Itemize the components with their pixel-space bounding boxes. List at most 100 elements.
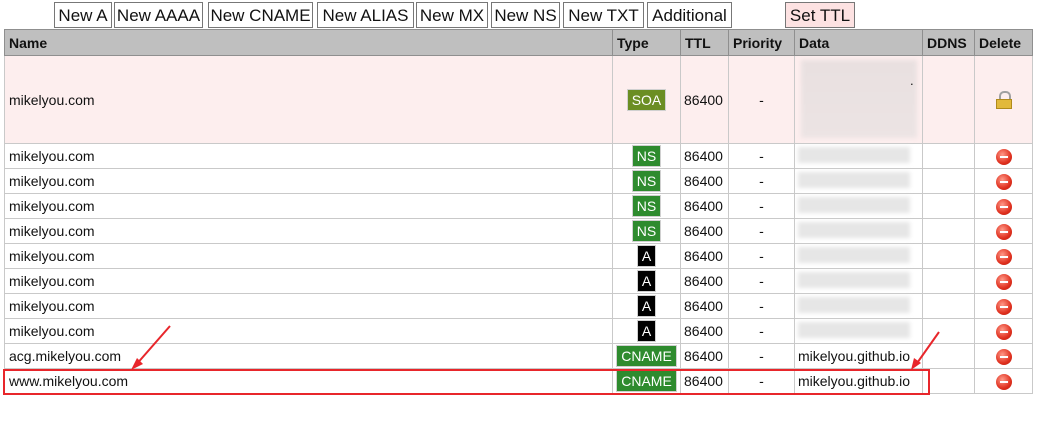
record-data-redacted: . [794, 55, 923, 144]
remove-circle-icon[interactable] [995, 348, 1012, 365]
record-ttl[interactable]: 86400 [680, 168, 729, 194]
record-name[interactable]: mikelyou.com [4, 55, 613, 144]
record-ttl[interactable]: 86400 [680, 218, 729, 244]
new-aaaa-button[interactable]: New AAAA [114, 2, 203, 28]
record-data-redacted [794, 143, 923, 169]
new-txt-button[interactable]: New TXT [563, 2, 644, 28]
new-alias-button[interactable]: New ALIAS [317, 2, 414, 28]
record-ttl[interactable]: 86400 [680, 368, 729, 394]
record-type: CNAME [612, 343, 681, 369]
col-priority-header[interactable]: Priority [728, 29, 795, 56]
record-data-redacted [794, 268, 923, 294]
table-row: mikelyou.com A 86400 - [4, 293, 1033, 319]
redaction-blur [798, 271, 910, 288]
record-ddns [922, 318, 975, 344]
record-delete [974, 368, 1033, 394]
new-cname-button[interactable]: New CNAME [208, 2, 313, 28]
col-ttl-header[interactable]: TTL [680, 29, 729, 56]
record-priority: - [728, 243, 795, 269]
record-ttl[interactable]: 86400 [680, 55, 729, 144]
record-name[interactable]: mikelyou.com [4, 143, 613, 169]
record-data-redacted [794, 318, 923, 344]
record-ddns [922, 243, 975, 269]
type-badge: SOA [626, 88, 667, 111]
remove-circle-icon[interactable] [995, 298, 1012, 315]
record-ddns [922, 143, 975, 169]
set-ttl-button[interactable]: Set TTL [785, 2, 855, 28]
type-badge: A [636, 270, 657, 292]
record-type: NS [612, 193, 681, 219]
record-data-redacted [794, 293, 923, 319]
table-row: mikelyou.com A 86400 - [4, 268, 1033, 294]
record-name[interactable]: mikelyou.com [4, 318, 613, 344]
record-priority: - [728, 193, 795, 219]
record-data[interactable]: mikelyou.github.io [794, 368, 923, 394]
record-delete [974, 143, 1033, 169]
type-badge: CNAME [616, 345, 677, 367]
record-name[interactable]: mikelyou.com [4, 168, 613, 194]
table-row: mikelyou.com NS 86400 - [4, 218, 1033, 244]
record-priority: - [728, 168, 795, 194]
record-name[interactable]: mikelyou.com [4, 243, 613, 269]
record-ttl[interactable]: 86400 [680, 193, 729, 219]
record-type: SOA [612, 55, 681, 144]
type-badge: NS [631, 195, 662, 217]
table-row: www.mikelyou.com CNAME 86400 - mikelyou.… [4, 368, 1033, 394]
record-delete [974, 55, 1033, 144]
record-name[interactable]: mikelyou.com [4, 293, 613, 319]
record-name[interactable]: mikelyou.com [4, 193, 613, 219]
record-type: A [612, 268, 681, 294]
record-name[interactable]: mikelyou.com [4, 268, 613, 294]
type-badge: A [636, 295, 657, 317]
col-name-header[interactable]: Name [4, 29, 613, 56]
type-badge: A [636, 245, 657, 267]
redaction-blur [798, 246, 910, 263]
col-ddns-header[interactable]: DDNS [922, 29, 975, 56]
redaction-blur [798, 171, 910, 188]
record-ddns [922, 343, 975, 369]
table-row: acg.mikelyou.com CNAME 86400 - mikelyou.… [4, 343, 1033, 369]
record-priority: - [728, 268, 795, 294]
record-name[interactable]: mikelyou.com [4, 218, 613, 244]
record-priority: - [728, 143, 795, 169]
table-row: mikelyou.com NS 86400 - [4, 143, 1033, 169]
new-a-button[interactable]: New A [54, 2, 112, 28]
redaction-blur [798, 196, 910, 213]
remove-circle-icon[interactable] [995, 173, 1012, 190]
type-badge: NS [631, 220, 662, 242]
record-name[interactable]: acg.mikelyou.com [4, 343, 613, 369]
record-ttl[interactable]: 86400 [680, 318, 729, 344]
additional-button[interactable]: Additional [647, 2, 732, 28]
remove-circle-icon[interactable] [995, 248, 1012, 265]
record-priority: - [728, 55, 795, 144]
dns-records-table: Name Type TTL Priority Data DDNS Delete … [4, 29, 1033, 394]
remove-circle-icon[interactable] [995, 148, 1012, 165]
record-priority: - [728, 318, 795, 344]
record-data[interactable]: mikelyou.github.io [794, 343, 923, 369]
record-delete [974, 293, 1033, 319]
remove-circle-icon[interactable] [995, 273, 1012, 290]
record-name[interactable]: www.mikelyou.com [4, 368, 613, 394]
col-type-header[interactable]: Type [612, 29, 681, 56]
record-ttl[interactable]: 86400 [680, 293, 729, 319]
redaction-blur [798, 321, 910, 338]
new-mx-button[interactable]: New MX [416, 2, 488, 28]
remove-circle-icon[interactable] [995, 323, 1012, 340]
record-ttl[interactable]: 86400 [680, 343, 729, 369]
remove-circle-icon[interactable] [995, 198, 1012, 215]
record-delete [974, 318, 1033, 344]
table-row: mikelyou.com SOA 86400 - . [4, 55, 1033, 144]
remove-circle-icon[interactable] [995, 223, 1012, 240]
new-ns-button[interactable]: New NS [491, 2, 560, 28]
record-ttl[interactable]: 86400 [680, 243, 729, 269]
record-data-redacted [794, 218, 923, 244]
record-data-redacted [794, 243, 923, 269]
record-ttl[interactable]: 86400 [680, 268, 729, 294]
remove-circle-icon[interactable] [995, 373, 1012, 390]
col-data-header[interactable]: Data [794, 29, 923, 56]
record-ddns [922, 268, 975, 294]
record-type: NS [612, 168, 681, 194]
record-type: NS [612, 143, 681, 169]
record-type: NS [612, 218, 681, 244]
record-ttl[interactable]: 86400 [680, 143, 729, 169]
